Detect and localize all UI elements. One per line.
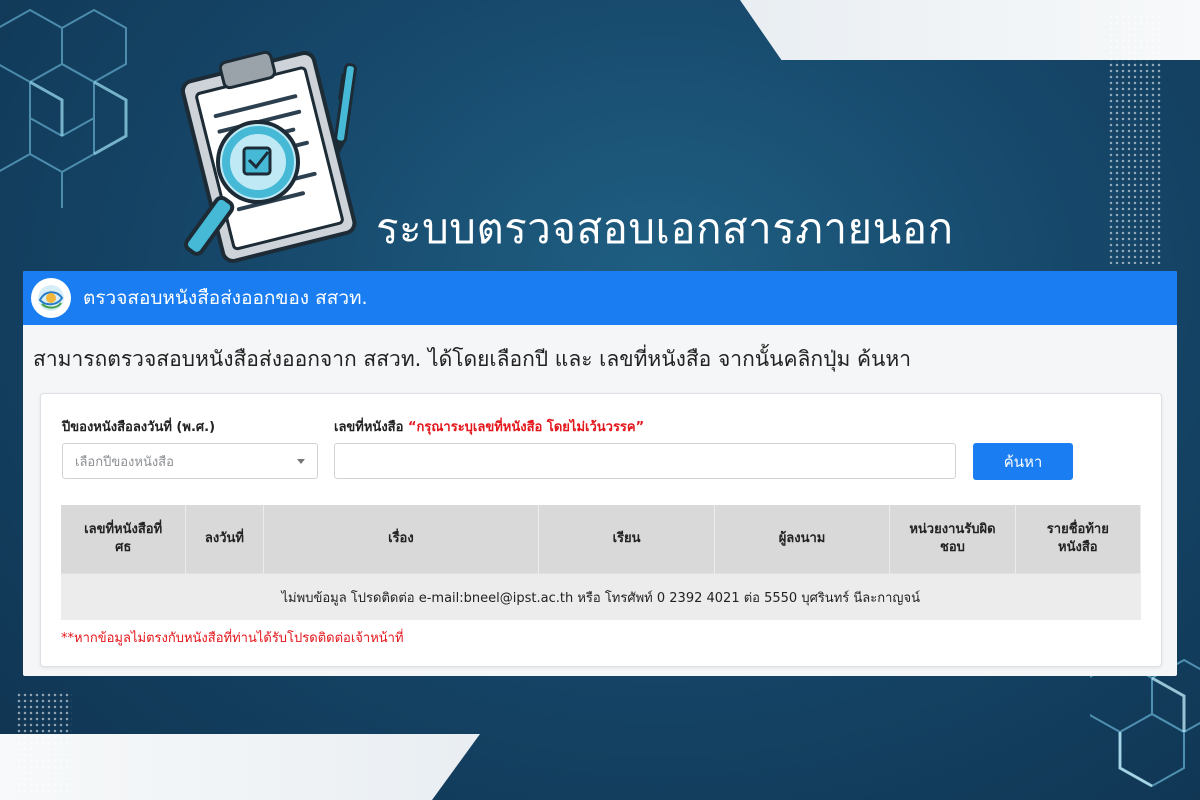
col-date: ลงวันที่: [185, 505, 264, 574]
col-footer-line2: หนังสือ: [1058, 540, 1098, 555]
ipst-logo-icon: [31, 278, 71, 318]
decor-dots-top-right: [1108, 14, 1162, 264]
docno-input[interactable]: [334, 443, 956, 479]
chevron-down-icon: [297, 459, 305, 464]
clipboard-magnifier-icon: [180, 50, 357, 263]
instruction-text: สามารถตรวจสอบหนังสือส่งออกจาก สสวท. ได้โ…: [33, 347, 912, 371]
col-to: เรียน: [538, 505, 715, 574]
col-docno-line1: เลขที่หนังสือที่: [84, 522, 163, 537]
col-signer: ผู้ลงนาม: [714, 505, 891, 574]
col-docno: เลขที่หนังสือที่ ศธ: [61, 505, 187, 574]
card-header: ตรวจสอบหนังสือส่งออกของ สสวท.: [23, 271, 1177, 325]
col-footer-line1: รายชื่อท้าย: [1046, 522, 1109, 537]
year-label: ปีของหนังสือลงวันที่ (พ.ศ.): [62, 420, 216, 435]
col-unit-line2: ชอบ: [940, 540, 965, 555]
col-unit: หน่วยงานรับผิด ชอบ: [889, 505, 1016, 574]
search-form-panel: ปีของหนังสือลงวันที่ (พ.ศ.) เลขที่หนังสื…: [40, 393, 1162, 667]
card-header-title: ตรวจสอบหนังสือส่งออกของ สสวท.: [83, 287, 368, 309]
decor-cubes-top-left: [0, 8, 128, 208]
contact-note: **หากข้อมูลไม่ตรงกับหนังสือที่ท่านได้รับ…: [61, 631, 404, 646]
search-button[interactable]: ค้นหา: [973, 443, 1073, 480]
decor-dots-bottom-left: [16, 692, 72, 792]
decor-bottom-left-band: [0, 734, 480, 800]
col-unit-line1: หน่วยงานรับผิด: [909, 522, 996, 537]
table-header-row: เลขที่หนังสือที่ ศธ ลงวันที่ เรื่อง เรีย…: [61, 505, 1142, 574]
docno-warning: “กรุณาระบุเลขที่หนังสือ โดยไม่เว้นวรรค”: [407, 420, 645, 435]
docno-label-group: เลขที่หนังสือ “กรุณาระบุเลขที่หนังสือ โด…: [334, 416, 644, 437]
empty-message: ไม่พบข้อมูล โปรดติดต่อ e-mail:bneel@ipst…: [61, 573, 1141, 620]
docno-label: เลขที่หนังสือ: [334, 420, 404, 435]
year-select-placeholder: เลือกปีของหนังสือ: [75, 454, 174, 470]
year-select[interactable]: เลือกปีของหนังสือ: [62, 443, 318, 479]
table-row: ไม่พบข้อมูล โปรดติดต่อ e-mail:bneel@ipst…: [61, 573, 1141, 620]
page-title: ระบบตรวจสอบเอกสารภายนอก: [376, 204, 954, 253]
col-footer: รายชื่อท้าย หนังสือ: [1015, 505, 1142, 574]
col-subject: เรื่อง: [263, 505, 540, 574]
search-card: ตรวจสอบหนังสือส่งออกของ สสวท. สามารถตรวจ…: [23, 271, 1177, 676]
col-docno-line2: ศธ: [115, 540, 132, 555]
results-table: เลขที่หนังสือที่ ศธ ลงวันที่ เรื่อง เรีย…: [61, 505, 1142, 620]
